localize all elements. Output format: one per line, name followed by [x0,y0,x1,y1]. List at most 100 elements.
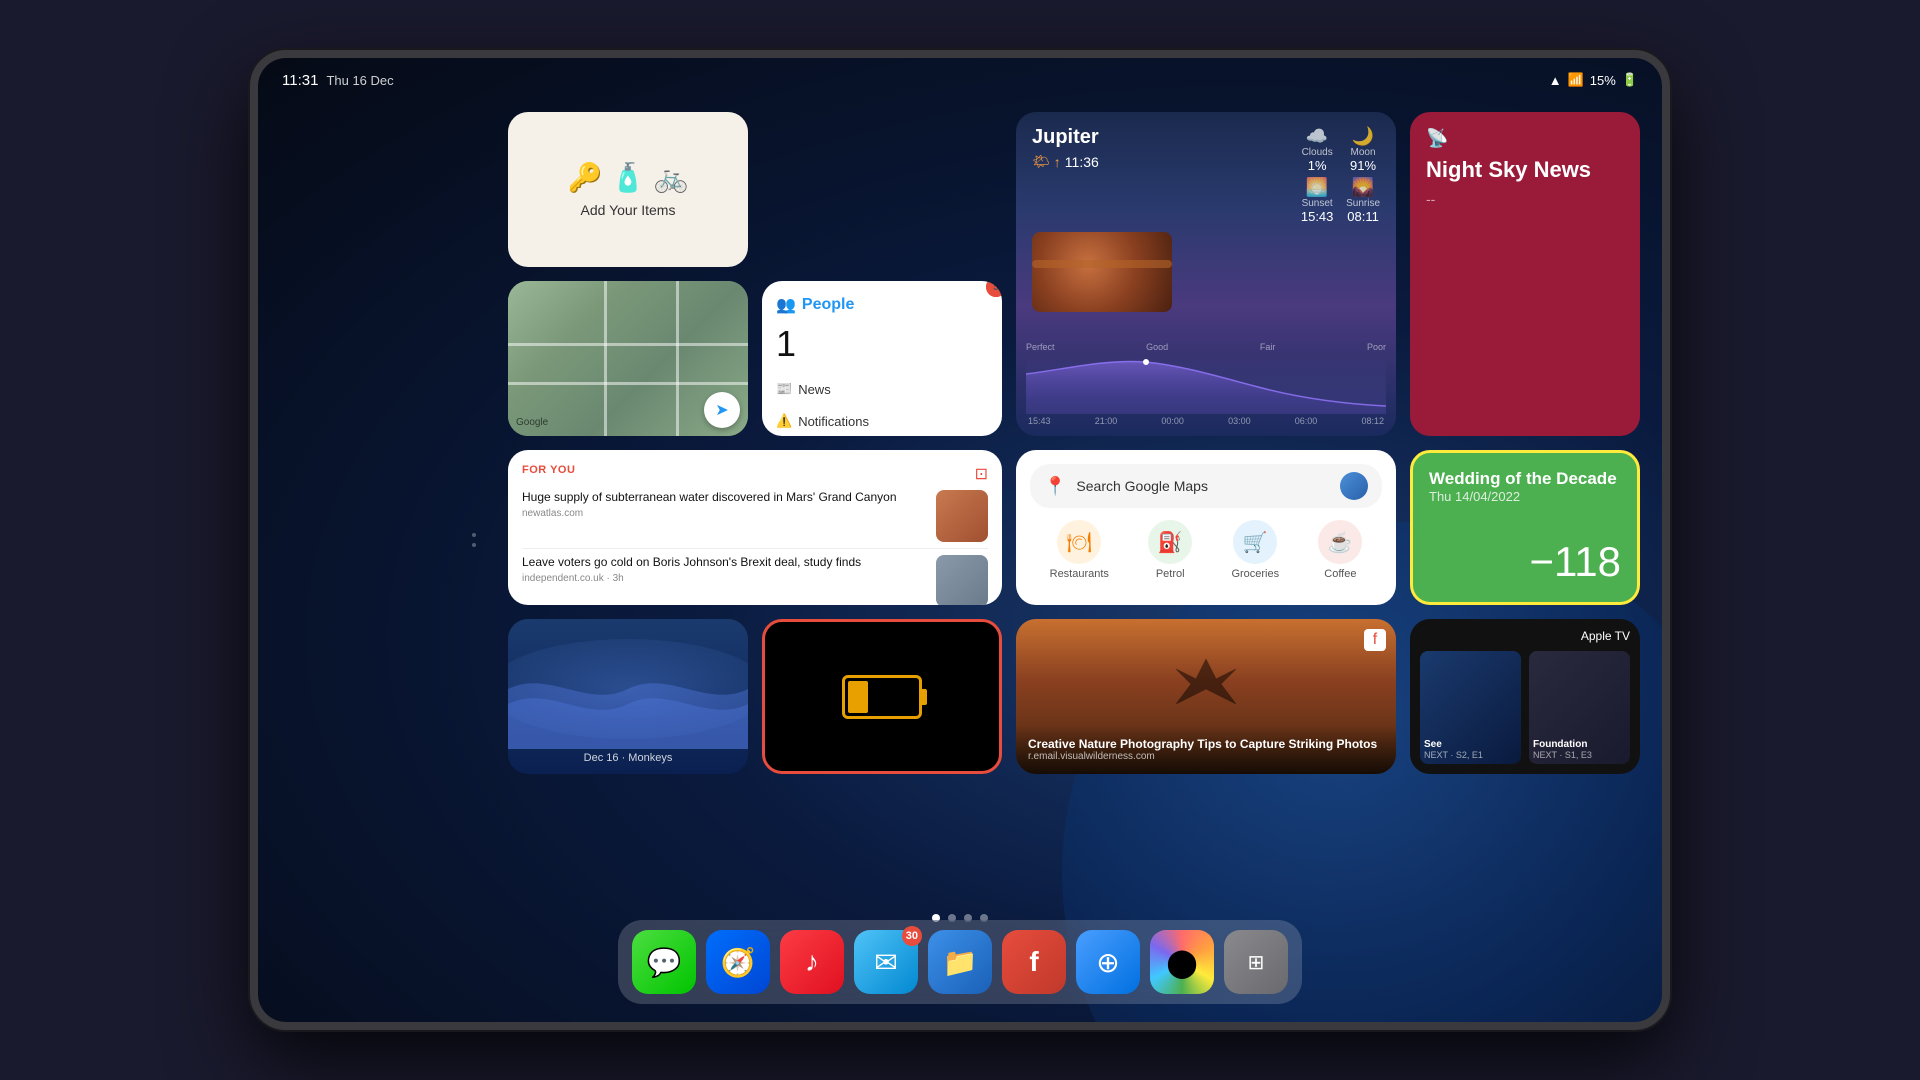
tv-show-1[interactable]: See NEXT · S2, E1 [1420,651,1521,764]
color-icon: ⬤ [1166,946,1197,979]
status-bar: 11:31 Thu 16 Dec ▲ 📶 15% 🔋 [258,58,1662,102]
reminder-widget[interactable]: Dec 16 · Monkeys [508,619,748,774]
tv-show-2-title: Foundation [1533,739,1592,750]
graph-times: 15:43 21:00 00:00 03:00 06:00 08:12 [1026,416,1386,426]
flipboard-icon: ⊡ [975,464,988,484]
notifications-row: ⚠️ Notifications 5 [776,413,988,429]
news-widget[interactable]: FOR YOU ⊡ Huge supply of subterranean wa… [508,450,1002,605]
sunrise-val: 08:11 [1346,209,1380,224]
add-items-label: Add Your Items [581,202,676,218]
wedding-date: Thu 14/04/2022 [1429,489,1621,504]
nature-silhouette-svg [1166,649,1246,709]
wedding-count: −118 [1429,538,1621,586]
tv-show-1-info: See NEXT · S2, E1 [1424,739,1483,760]
photo-widget[interactable]: f Creative Nature Photography Tips to Ca… [1016,619,1396,774]
news-article-2[interactable]: Leave voters go cold on Boris Johnson's … [522,549,988,605]
people-widget[interactable]: 👥 People 1 📰 News 24 ⚠️ Notificatio [762,281,1002,436]
coffee-icon: ☕ [1318,520,1362,564]
people-header: 👥 People [776,295,988,315]
gmaps-search-bar[interactable]: 📍 Search Google Maps [1030,464,1382,508]
jupiter-sun: 🌤 [1032,153,1050,170]
notif-label: Notifications [798,414,869,429]
files-icon: 📁 [943,946,978,979]
restaurants-shortcut[interactable]: 🍽 Restaurants [1050,520,1109,580]
groceries-shortcut[interactable]: 🛒 Groceries [1231,520,1279,580]
gmaps-shortcuts: 🍽 Restaurants ⛽ Petrol 🛒 Groceries ☕ Cof… [1030,520,1382,580]
gmaps-widget[interactable]: 📍 Search Google Maps 🍽 Restaurants ⛽ Pet… [1016,450,1396,605]
appstore-icon: ⊕ [1096,946,1119,979]
widget-grid: 🔑 🧴 🚲 Add Your Items Jupiter 🌤 ↑ 11:36 [508,112,1482,902]
article-1-source: newatlas.com [522,508,926,519]
messages-app[interactable]: 💬 [632,930,696,994]
battery-widget[interactable] [762,619,1002,774]
news-label: News [798,382,831,397]
system-app[interactable]: ⊞ [1224,930,1288,994]
tv-show-2[interactable]: Foundation NEXT · S1, E3 [1529,651,1630,764]
maps-direction-button[interactable]: ➤ [704,392,740,428]
gmaps-search-input[interactable]: Search Google Maps [1076,478,1330,494]
mail-badge: 30 [902,926,922,946]
people-count: 1 [776,323,988,365]
mail-icon: ✉ [874,946,897,979]
add-items-icons: 🔑 🧴 🚲 [568,161,689,194]
sunset-item: 🌅 Sunset 15:43 [1300,177,1334,224]
mail-app[interactable]: ✉ 30 [854,930,918,994]
ipad-frame: 11:31 Thu 16 Dec ▲ 📶 15% 🔋 🔑 🧴 🚲 Add You… [250,50,1670,1030]
notif-count-badge: 5 [986,281,1002,297]
label-poor: Poor [1367,342,1386,352]
wedding-top: Wedding of the Decade Thu 14/04/2022 [1429,469,1621,504]
signal-icon: ▲ [1549,73,1562,88]
appletv-widget[interactable]: Apple TV See NEXT · S2, E1 Foundation NE… [1410,619,1640,774]
moon-label: Moon [1346,147,1380,158]
tv-shows: See NEXT · S2, E1 Foundation NEXT · S1, … [1420,651,1630,764]
colorui-app[interactable]: ⬤ [1150,930,1214,994]
safari-app[interactable]: 🧭 [706,930,770,994]
maps-pin-icon: 📍 [1044,476,1066,497]
label-perfect: Perfect [1026,342,1055,352]
tv-show-1-next: NEXT · S2, E1 [1424,750,1483,760]
messages-icon: 💬 [647,946,682,979]
nightsky-widget[interactable]: 📡 Night Sky News -- [1410,112,1640,436]
groceries-label: Groceries [1231,568,1279,580]
coffee-shortcut[interactable]: ☕ Coffee [1318,520,1362,580]
photo-source: r.email.visualwilderness.com [1028,751,1384,762]
status-right: ▲ 📶 15% 🔋 [1549,72,1638,88]
petrol-shortcut[interactable]: ⛽ Petrol [1148,520,1192,580]
article-1-headline: Huge supply of subterranean water discov… [522,490,926,506]
time-display: 11:31 [282,72,318,89]
time-0600: 06:00 [1295,416,1318,426]
apple-tv-logo: Apple TV [1581,629,1630,643]
groceries-icon: 🛒 [1233,520,1277,564]
jupiter-widget[interactable]: Jupiter 🌤 ↑ 11:36 ☁️ Clouds 1% [1016,112,1396,436]
appstore-app[interactable]: ⊕ [1076,930,1140,994]
status-left: 11:31 Thu 16 Dec [282,72,394,89]
wedding-title: Wedding of the Decade [1429,469,1621,489]
files-app[interactable]: 📁 [928,930,992,994]
time-2100: 21:00 [1095,416,1118,426]
safari-icon: 🧭 [721,946,756,979]
rss-icon: 📡 [1426,128,1624,149]
news-article-1[interactable]: Huge supply of subterranean water discov… [522,484,988,549]
photo-flipboard-icon: f [1364,629,1386,651]
tv-header: Apple TV [1420,629,1630,643]
battery-display: 15% [1590,73,1616,88]
wedding-widget[interactable]: Wedding of the Decade Thu 14/04/2022 −11… [1410,450,1640,605]
maps-widget[interactable]: Google ➤ [508,281,748,436]
jupiter-time: 11:36 [1065,154,1099,170]
petrol-icon: ⛽ [1148,520,1192,564]
jupiter-weather-grid: ☁️ Clouds 1% 🌙 Moon 91% 🌅 Sunset 1 [1300,126,1380,224]
article-1-text: Huge supply of subterranean water discov… [522,490,926,542]
system-icon: ⊞ [1248,950,1265,975]
clouds-icon: ☁️ [1300,126,1334,147]
music-app[interactable]: ♪ [780,930,844,994]
add-items-widget[interactable]: 🔑 🧴 🚲 Add Your Items [508,112,748,267]
flipboard-app[interactable]: f [1002,930,1066,994]
sunset-label: Sunset [1300,198,1334,209]
jupiter-image [1032,232,1172,312]
scroll-indicator [472,533,476,547]
sunset-val: 15:43 [1300,209,1334,224]
music-icon: ♪ [805,946,819,978]
jupiter-name: Jupiter [1032,126,1290,149]
tv-show-1-title: See [1424,739,1483,750]
article-2-source: independent.co.uk · 3h [522,573,926,584]
